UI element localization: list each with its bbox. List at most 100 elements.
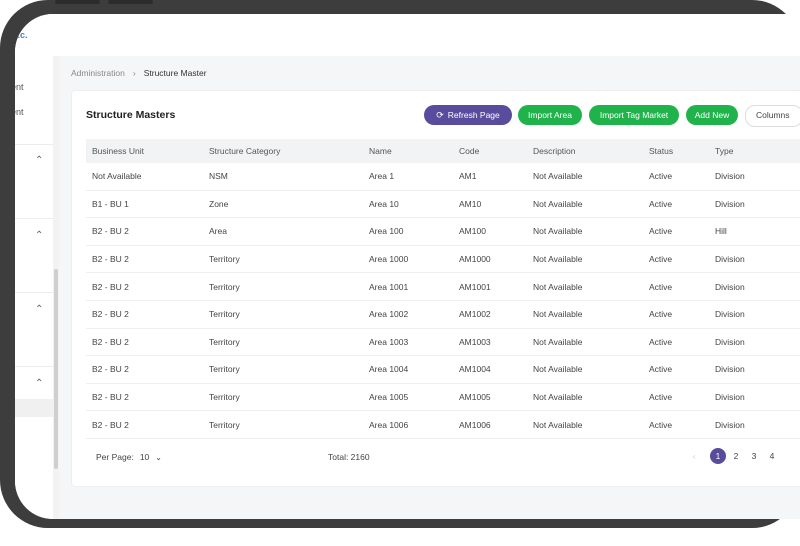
import-area-button[interactable]: Import Area <box>518 105 582 125</box>
column-header-structure-category[interactable]: Structure Category <box>203 139 363 163</box>
brand-logo-fragment: ..c. <box>15 30 28 40</box>
page-button-1[interactable]: 1 <box>710 448 726 464</box>
sidebar: ent ent ⌃ ⌃ ⌃ ⌃ <box>15 56 54 519</box>
cell-code: AM1004 <box>453 355 527 384</box>
column-header-code[interactable]: Code <box>453 139 527 163</box>
cell-code: AM1001 <box>453 272 527 301</box>
cell-type: Division <box>709 328 800 357</box>
table-row[interactable]: B2 - BU 2 Territory Area 1005 AM1005 Not Ava… <box>86 383 800 412</box>
cell-business-unit: B2 - BU 2 <box>86 272 203 301</box>
chevron-up-icon[interactable]: ⌃ <box>35 305 45 315</box>
cell-status: Active <box>643 163 709 191</box>
chevron-up-icon[interactable]: ⌃ <box>35 156 45 166</box>
cell-name: Area 1000 <box>363 245 453 274</box>
cell-structure-category: Territory <box>203 272 363 301</box>
cell-description: Not Available <box>527 328 643 357</box>
cell-type: Division <box>709 300 800 329</box>
scrollbar-thumb[interactable] <box>54 269 58 469</box>
refresh-page-label: Refresh Page <box>447 110 500 120</box>
cell-structure-category: Zone <box>203 190 363 219</box>
sidebar-item-label[interactable]: ent <box>15 107 24 117</box>
cell-status: Active <box>643 383 709 412</box>
cell-type: Division <box>709 190 800 219</box>
cell-structure-category: Territory <box>203 383 363 412</box>
page-button-2[interactable]: 2 <box>728 448 744 464</box>
cell-type: Division <box>709 410 800 439</box>
structure-table: Business Unit Structure Category Name Co… <box>86 139 800 439</box>
cell-status: Active <box>643 190 709 219</box>
cell-code: AM1006 <box>453 410 527 439</box>
cell-code: AM1000 <box>453 245 527 274</box>
table-row[interactable]: B1 - BU 1 Zone Area 10 AM10 Not Available Act… <box>86 190 800 219</box>
sidebar-divider <box>15 144 53 145</box>
cell-description: Not Available <box>527 383 643 412</box>
cell-description: Not Available <box>527 410 643 439</box>
column-header-status[interactable]: Status <box>643 139 709 163</box>
refresh-page-button[interactable]: ⟳ Refresh Page <box>424 105 512 125</box>
column-header-description[interactable]: Description <box>527 139 643 163</box>
breadcrumb: Administration › Structure Master <box>71 68 207 78</box>
add-new-button[interactable]: Add New <box>686 105 738 125</box>
per-page-value[interactable]: 10 <box>140 452 149 462</box>
cell-business-unit: B2 - BU 2 <box>86 410 203 439</box>
page-title: Structure Masters <box>86 109 176 121</box>
chevron-up-icon[interactable]: ⌃ <box>35 379 45 389</box>
breadcrumb-separator: › <box>132 68 136 78</box>
device-button <box>108 0 153 4</box>
cell-description: Not Available <box>527 300 643 329</box>
per-page-selector[interactable]: Per Page: 10 ⌄ <box>96 452 162 462</box>
cell-structure-category: Territory <box>203 410 363 439</box>
cell-type: Hill <box>709 217 800 246</box>
cell-structure-category: Territory <box>203 245 363 274</box>
cell-description: Not Available <box>527 217 643 246</box>
table-row[interactable]: B2 - BU 2 Area Area 100 AM100 Not Available A… <box>86 217 800 246</box>
refresh-icon: ⟳ <box>436 110 444 120</box>
page-button-4[interactable]: 4 <box>764 448 780 464</box>
column-header-business-unit[interactable]: Business Unit <box>86 139 203 163</box>
columns-button[interactable]: Columns <box>745 105 800 127</box>
chevron-down-icon[interactable]: ⌄ <box>155 453 162 462</box>
cell-code: AM1005 <box>453 383 527 412</box>
cell-status: Active <box>643 300 709 329</box>
breadcrumb-current: Structure Master <box>143 68 207 78</box>
cell-structure-category: NSM <box>203 163 363 191</box>
table-row[interactable]: B2 - BU 2 Territory Area 1002 AM1002 Not Ava… <box>86 300 800 329</box>
sidebar-item-label[interactable]: ent <box>15 82 24 92</box>
cell-status: Active <box>643 272 709 301</box>
sidebar-divider <box>15 292 53 293</box>
table-row[interactable]: B2 - BU 2 Territory Area 1004 AM1004 Not Ava… <box>86 355 800 384</box>
table-row[interactable]: B2 - BU 2 Territory Area 1006 AM1006 Not Ava… <box>86 410 800 439</box>
cell-name: Area 1006 <box>363 410 453 439</box>
cell-description: Not Available <box>527 355 643 384</box>
page-button-3[interactable]: 3 <box>746 448 762 464</box>
table-row[interactable]: B2 - BU 2 Territory Area 1000 AM1000 Not Ava… <box>86 245 800 274</box>
cell-business-unit: B1 - BU 1 <box>86 190 203 219</box>
chevron-up-icon[interactable]: ⌃ <box>35 231 45 241</box>
cell-business-unit: B2 - BU 2 <box>86 383 203 412</box>
cell-business-unit: B2 - BU 2 <box>86 217 203 246</box>
cell-status: Active <box>643 328 709 357</box>
sidebar-divider <box>15 366 53 367</box>
cell-code: AM10 <box>453 190 527 219</box>
breadcrumb-administration[interactable]: Administration <box>71 68 125 78</box>
cell-status: Active <box>643 217 709 246</box>
cell-name: Area 1001 <box>363 272 453 301</box>
cell-structure-category: Territory <box>203 328 363 357</box>
device-button <box>55 0 100 4</box>
chevron-left-icon[interactable]: ‹ <box>686 448 702 464</box>
column-header-type[interactable]: Type <box>709 139 800 163</box>
table-row[interactable]: B2 - BU 2 Territory Area 1003 AM1003 Not Ava… <box>86 328 800 357</box>
cell-business-unit: B2 - BU 2 <box>86 328 203 357</box>
cell-name: Area 1002 <box>363 300 453 329</box>
table-row[interactable]: B2 - BU 2 Territory Area 1001 AM1001 Not Ava… <box>86 272 800 301</box>
cell-business-unit: B2 - BU 2 <box>86 355 203 384</box>
import-tag-market-button[interactable]: Import Tag Market <box>589 105 679 125</box>
cell-type: Division <box>709 383 800 412</box>
sidebar-selected-item[interactable] <box>15 399 53 417</box>
table-row[interactable]: Not Available NSM Area 1 AM1 Not Available Ac… <box>86 163 800 191</box>
cell-type: Division <box>709 355 800 384</box>
column-header-name[interactable]: Name <box>363 139 453 163</box>
cell-status: Active <box>643 355 709 384</box>
cell-name: Area 10 <box>363 190 453 219</box>
cell-status: Active <box>643 410 709 439</box>
